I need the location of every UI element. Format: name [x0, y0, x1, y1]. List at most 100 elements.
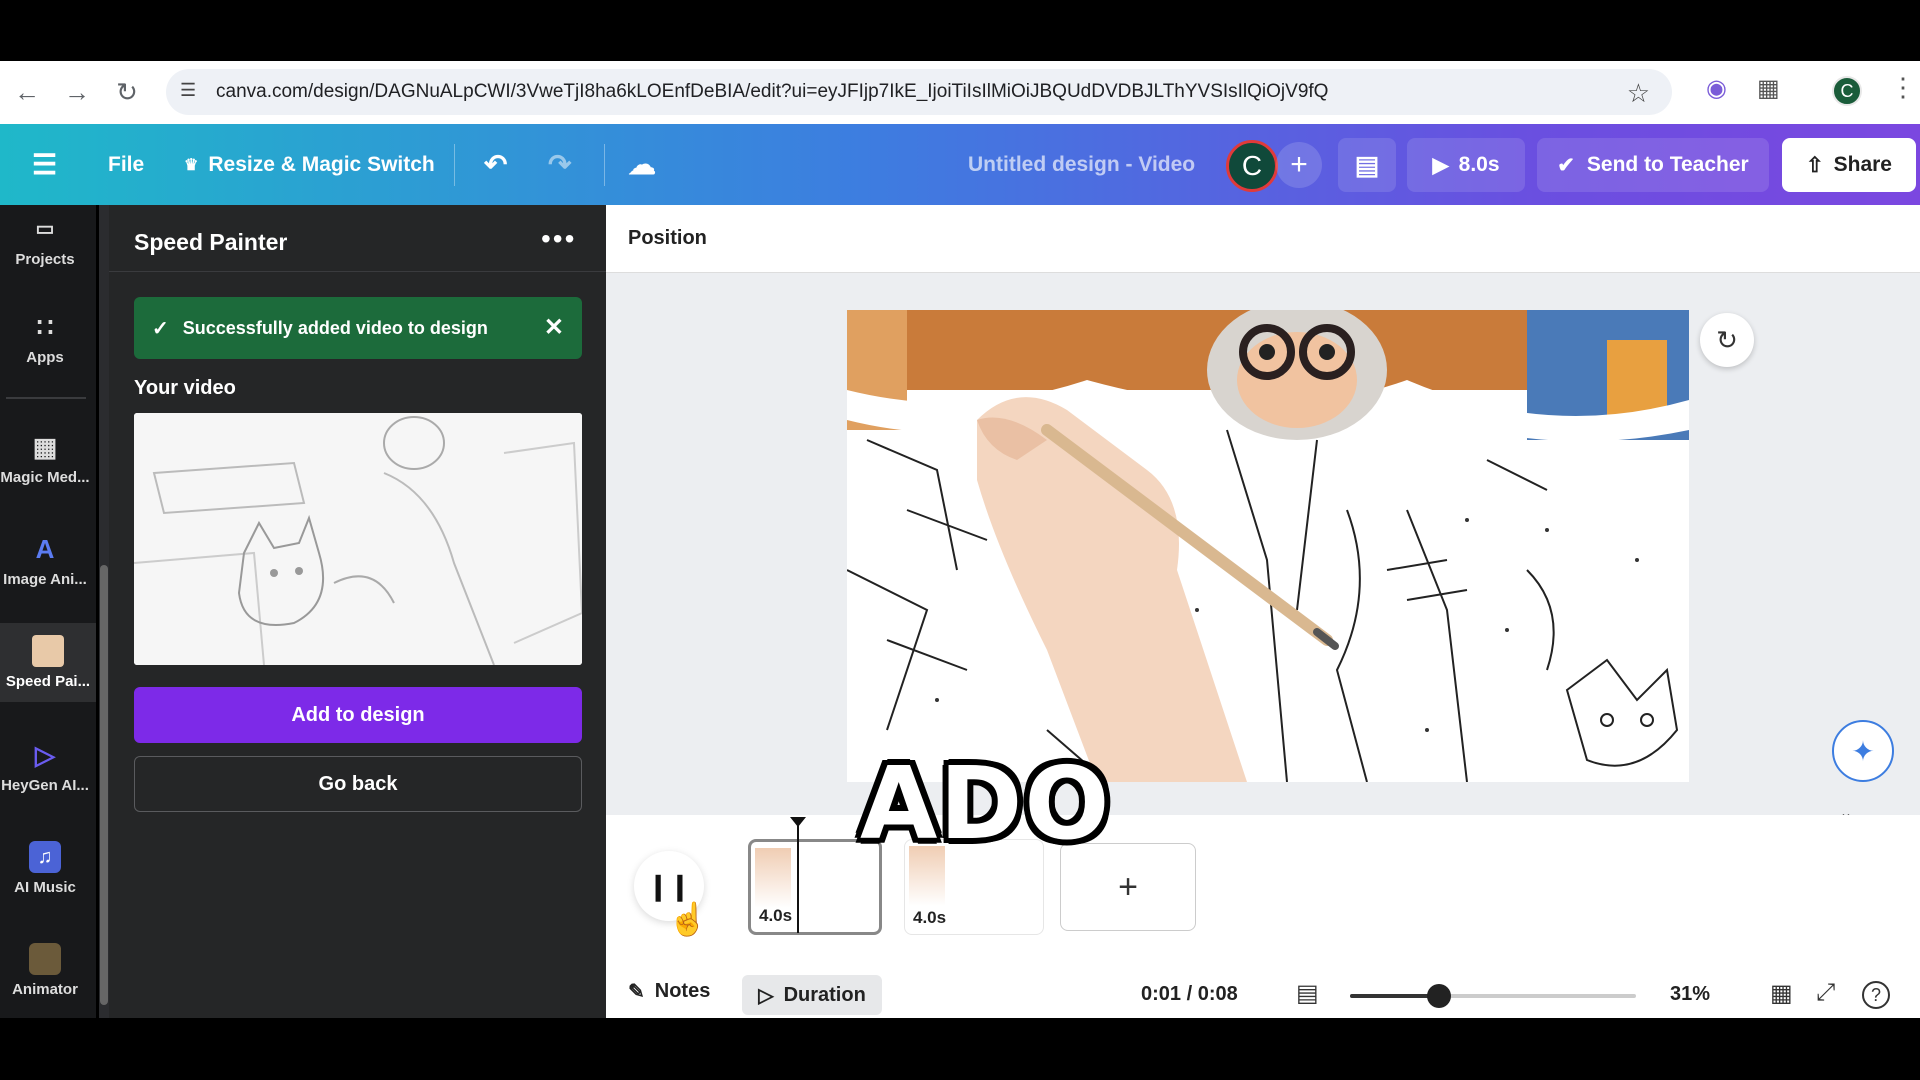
animator-icon [29, 943, 61, 975]
share-label: Share [1833, 153, 1892, 176]
play-duration: 8.0s [1458, 153, 1500, 176]
rail-label: HeyGen AI... [1, 777, 89, 794]
speed-painter-panel: Speed Painter ••• ✓ Successfully added v… [109, 205, 606, 1018]
editor-footer: ✎ Notes ▷ Duration 0:01 / 0:08 ▤ 31% ▦ ⤢… [606, 975, 1920, 1018]
rail-item-magic-media[interactable]: ▦ Magic Med... [0, 431, 90, 486]
design-canvas[interactable] [847, 310, 1689, 782]
section-heading: Your video [134, 377, 236, 399]
share-button[interactable]: ⇧ Share [1782, 138, 1916, 192]
left-rail: ▭ Projects ∷ Apps ▦ Magic Med... A Image… [0, 205, 96, 1018]
menu-hamburger-icon[interactable]: ☰ [32, 124, 57, 205]
apps-grid-icon: ∷ [36, 312, 54, 342]
send-to-teacher-button[interactable]: ✔ Send to Teacher [1537, 138, 1769, 192]
cursor-hand-icon: ☝ [668, 901, 708, 937]
duration-label: Duration [783, 983, 866, 1006]
zoom-level[interactable]: 31% [1670, 983, 1710, 1006]
resize-label: Resize & Magic Switch [208, 152, 435, 176]
rail-item-heygen[interactable]: ▷ HeyGen AI... [0, 739, 90, 794]
rail-divider [6, 397, 86, 399]
send-label: Send to Teacher [1586, 153, 1749, 176]
rail-item-animator[interactable]: Animator [0, 943, 90, 998]
duration-icon: ▷ [758, 984, 774, 1007]
clip-duration: 4.0s [759, 906, 793, 925]
speed-painter-icon [32, 635, 64, 667]
resize-magic-switch-button[interactable]: ♛ Resize & Magic Switch [184, 124, 435, 205]
fullscreen-icon[interactable]: ⤢ [1816, 979, 1835, 1007]
redo-icon[interactable]: ↷ [548, 124, 571, 205]
play-button[interactable]: ▶ 8.0s [1407, 138, 1525, 192]
clip-duration: 4.0s [913, 908, 947, 927]
file-menu[interactable]: File [108, 124, 144, 205]
video-caption-overlay: ADO [860, 745, 1112, 862]
zoom-slider-fill [1350, 994, 1439, 998]
heygen-icon: ▷ [35, 740, 55, 770]
url-text[interactable]: canva.com/design/DAGNuALpCWI/3VweTjI8ha6… [216, 81, 1596, 103]
rail-label: Apps [26, 349, 64, 366]
check-circle-icon: ✔ [1557, 153, 1575, 177]
site-settings-icon[interactable]: ☰ [180, 80, 204, 104]
rail-item-image-animate[interactable]: A Image Ani... [0, 533, 90, 588]
go-back-button[interactable]: Go back [134, 756, 582, 812]
position-button[interactable]: Position [628, 227, 707, 250]
music-icon: ♫ [29, 841, 61, 873]
rail-label: Magic Med... [0, 469, 90, 486]
magic-assistant-sparkle-icon[interactable]: ✦ [1832, 720, 1894, 782]
playback-time: 0:01 / 0:08 [1141, 983, 1238, 1005]
regenerate-icon[interactable]: ↻ [1700, 313, 1754, 367]
rail-label: Image Ani... [3, 571, 87, 588]
more-options-icon[interactable]: ••• [541, 223, 576, 255]
rail-label: Animator [12, 981, 78, 998]
reload-icon[interactable]: ↻ [102, 68, 152, 118]
browser-menu-icon[interactable]: ⋮ [1890, 72, 1916, 103]
panel-title: Speed Painter [134, 229, 288, 255]
rail-item-speed-painter[interactable]: Speed Pai... [0, 623, 96, 702]
insights-chart-icon[interactable]: ▤ [1338, 138, 1396, 192]
rail-item-ai-music[interactable]: ♫ AI Music [0, 841, 90, 896]
duration-button[interactable]: ▷ Duration [742, 975, 882, 1015]
rail-label: Speed Pai... [5, 673, 91, 690]
collaborator-avatar[interactable]: C [1226, 140, 1278, 192]
speed-painting-frame [847, 310, 1689, 782]
back-icon[interactable]: ← [2, 68, 52, 118]
rail-label: Projects [15, 251, 75, 268]
grid-view-icon[interactable]: ▦ [1770, 979, 1793, 1008]
rail-scrollbar-thumb[interactable] [100, 565, 108, 1005]
forward-icon[interactable]: → [52, 68, 102, 118]
image-animate-icon: A [35, 534, 55, 564]
folder-icon: ▭ [35, 218, 55, 240]
notes-button[interactable]: ✎ Notes [628, 979, 710, 1004]
toast-message: Successfully added video to design [182, 317, 488, 338]
rail-item-projects[interactable]: ▭ Projects [0, 213, 90, 268]
magic-media-icon: ▦ [32, 432, 58, 462]
video-preview[interactable] [134, 413, 582, 665]
extensions-puzzle-icon[interactable]: ▦ [1757, 74, 1780, 103]
address-bar[interactable]: ☰ canva.com/design/DAGNuALpCWI/3VweTjI8h… [166, 69, 1672, 115]
clip-thumbnail [755, 848, 791, 908]
close-icon[interactable]: ✕ [544, 313, 564, 342]
upload-icon: ⇧ [1806, 153, 1824, 177]
add-collaborator-button[interactable]: + [1276, 142, 1322, 188]
play-icon: ▶ [1432, 153, 1449, 177]
help-icon[interactable]: ? [1862, 981, 1890, 1009]
design-title[interactable]: Untitled design - Video [968, 124, 1195, 205]
rail-item-apps[interactable]: ∷ Apps [0, 311, 90, 366]
header-divider [454, 144, 455, 186]
editor-header: ☰ File ♛ Resize & Magic Switch ↶ ↷ ☁ Unt… [0, 124, 1920, 205]
bookmark-star-icon[interactable]: ☆ [1627, 78, 1650, 109]
context-toolbar: Position [606, 205, 1920, 273]
browser-toolbar: ← → ↻ ☰ canva.com/design/DAGNuALpCWI/3Vw… [0, 61, 1920, 124]
page-view-icon[interactable]: ▤ [1296, 979, 1319, 1008]
header-divider [604, 144, 605, 186]
rail-label: AI Music [14, 879, 76, 896]
check-icon: ✓ [152, 317, 169, 340]
timeline: ❙❙ 4.0s 4.0s + ✎ Notes ▷ Duration 0:01 /… [606, 815, 1920, 1018]
extension-icon[interactable]: ◉ [1706, 74, 1727, 103]
browser-profile-avatar[interactable]: C [1832, 76, 1862, 106]
zoom-slider-handle[interactable] [1426, 984, 1451, 1008]
playhead-line[interactable] [797, 821, 799, 933]
add-to-design-button[interactable]: Add to design [134, 687, 582, 743]
undo-icon[interactable]: ↶ [484, 124, 507, 205]
cloud-save-icon[interactable]: ☁ [628, 124, 656, 205]
sketch-preview-image [134, 413, 582, 665]
success-toast: ✓ Successfully added video to design ✕ [134, 297, 582, 359]
